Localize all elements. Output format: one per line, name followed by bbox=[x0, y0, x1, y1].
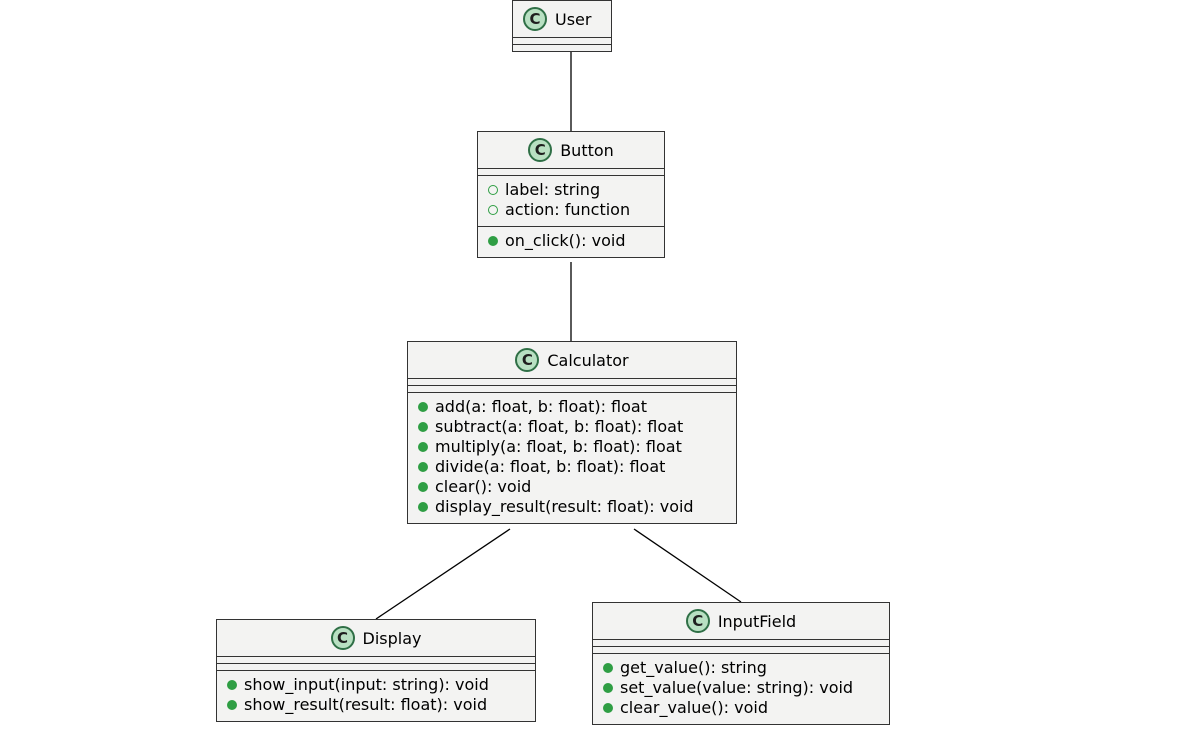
visibility-package-icon bbox=[488, 205, 498, 215]
class-divider bbox=[408, 386, 736, 393]
class-header: C Display bbox=[217, 620, 535, 657]
class-operations: on_click(): void bbox=[478, 226, 664, 257]
class-header: C InputField bbox=[593, 603, 889, 640]
edge-calculator-display bbox=[376, 529, 510, 619]
attribute-row: label: string bbox=[488, 180, 654, 200]
operation-text: show_result(result: float): void bbox=[244, 695, 487, 715]
operation-text: subtract(a: float, b: float): float bbox=[435, 417, 683, 437]
operation-text: add(a: float, b: float): float bbox=[435, 397, 647, 417]
visibility-public-icon bbox=[603, 703, 613, 713]
class-attributes: label: string action: function bbox=[478, 176, 664, 226]
operation-text: display_result(result: float): void bbox=[435, 497, 694, 517]
class-display: C Display show_input(input: string): voi… bbox=[216, 619, 536, 722]
operation-row: show_input(input: string): void bbox=[227, 675, 525, 695]
class-name: Button bbox=[560, 141, 614, 160]
operation-text: show_input(input: string): void bbox=[244, 675, 489, 695]
class-user: C User bbox=[512, 0, 612, 52]
operation-text: multiply(a: float, b: float): float bbox=[435, 437, 682, 457]
operation-row: divide(a: float, b: float): float bbox=[418, 457, 726, 477]
visibility-public-icon bbox=[418, 502, 428, 512]
class-calculator: C Calculator add(a: float, b: float): fl… bbox=[407, 341, 737, 524]
operation-text: get_value(): string bbox=[620, 658, 767, 678]
class-divider bbox=[513, 38, 611, 45]
uml-class-diagram: C User C Button label: string action: fu… bbox=[0, 0, 1200, 746]
class-divider bbox=[408, 379, 736, 386]
class-divider bbox=[217, 664, 535, 671]
visibility-public-icon bbox=[418, 422, 428, 432]
class-operations: add(a: float, b: float): float subtract(… bbox=[408, 393, 736, 523]
operation-row: multiply(a: float, b: float): float bbox=[418, 437, 726, 457]
attribute-text: action: function bbox=[505, 200, 630, 220]
class-icon: C bbox=[686, 609, 710, 633]
class-operations: get_value(): string set_value(value: str… bbox=[593, 654, 889, 724]
class-header: C Button bbox=[478, 132, 664, 169]
class-header: C Calculator bbox=[408, 342, 736, 379]
class-operations: show_input(input: string): void show_res… bbox=[217, 671, 535, 721]
class-divider bbox=[478, 169, 664, 176]
class-button: C Button label: string action: function … bbox=[477, 131, 665, 258]
class-inputfield: C InputField get_value(): string set_val… bbox=[592, 602, 890, 725]
operation-row: display_result(result: float): void bbox=[418, 497, 726, 517]
class-icon: C bbox=[528, 138, 552, 162]
visibility-public-icon bbox=[418, 462, 428, 472]
attribute-row: action: function bbox=[488, 200, 654, 220]
operation-text: set_value(value: string): void bbox=[620, 678, 853, 698]
visibility-public-icon bbox=[418, 442, 428, 452]
class-divider bbox=[217, 657, 535, 664]
class-icon: C bbox=[331, 626, 355, 650]
class-name: Display bbox=[363, 629, 422, 648]
operation-text: clear_value(): void bbox=[620, 698, 768, 718]
operation-row: set_value(value: string): void bbox=[603, 678, 879, 698]
visibility-public-icon bbox=[603, 663, 613, 673]
operation-row: show_result(result: float): void bbox=[227, 695, 525, 715]
class-divider bbox=[513, 45, 611, 51]
class-divider bbox=[593, 647, 889, 654]
edge-calculator-inputfield bbox=[634, 529, 741, 602]
operation-text: divide(a: float, b: float): float bbox=[435, 457, 665, 477]
operation-row: add(a: float, b: float): float bbox=[418, 397, 726, 417]
visibility-public-icon bbox=[418, 482, 428, 492]
class-icon: C bbox=[515, 348, 539, 372]
class-divider bbox=[593, 640, 889, 647]
class-name: InputField bbox=[718, 612, 796, 631]
class-header: C User bbox=[513, 1, 611, 38]
visibility-public-icon bbox=[603, 683, 613, 693]
operation-text: clear(): void bbox=[435, 477, 531, 497]
visibility-public-icon bbox=[418, 402, 428, 412]
attribute-text: label: string bbox=[505, 180, 600, 200]
class-icon: C bbox=[523, 7, 547, 31]
operation-row: get_value(): string bbox=[603, 658, 879, 678]
visibility-public-icon bbox=[227, 700, 237, 710]
operation-row: subtract(a: float, b: float): float bbox=[418, 417, 726, 437]
visibility-public-icon bbox=[227, 680, 237, 690]
visibility-package-icon bbox=[488, 185, 498, 195]
operation-row: clear(): void bbox=[418, 477, 726, 497]
visibility-public-icon bbox=[488, 236, 498, 246]
operation-row: on_click(): void bbox=[488, 231, 654, 251]
class-name: Calculator bbox=[547, 351, 628, 370]
operation-text: on_click(): void bbox=[505, 231, 626, 251]
operation-row: clear_value(): void bbox=[603, 698, 879, 718]
class-name: User bbox=[555, 10, 591, 29]
